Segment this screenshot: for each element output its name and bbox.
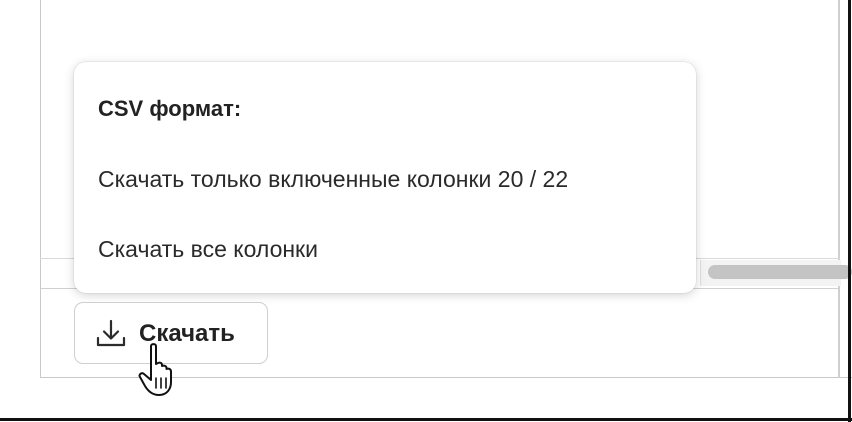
- download-button-label: Скачать: [139, 320, 235, 347]
- window-frame-right: [848, 0, 851, 422]
- window-frame-bottom: [0, 418, 852, 421]
- download-all-columns-option[interactable]: Скачать все колонки: [98, 236, 318, 263]
- download-icon: [96, 319, 126, 347]
- csv-format-dropdown: CSV формат: Скачать только включенные ко…: [74, 62, 696, 293]
- panel-right-edge: [838, 0, 840, 378]
- download-included-columns-option[interactable]: Скачать только включенные колонки 20 / 2…: [98, 166, 568, 193]
- horizontal-scrollbar-thumb[interactable]: [708, 265, 852, 279]
- dropdown-heading: CSV формат:: [98, 96, 242, 121]
- download-button[interactable]: Скачать: [74, 302, 268, 364]
